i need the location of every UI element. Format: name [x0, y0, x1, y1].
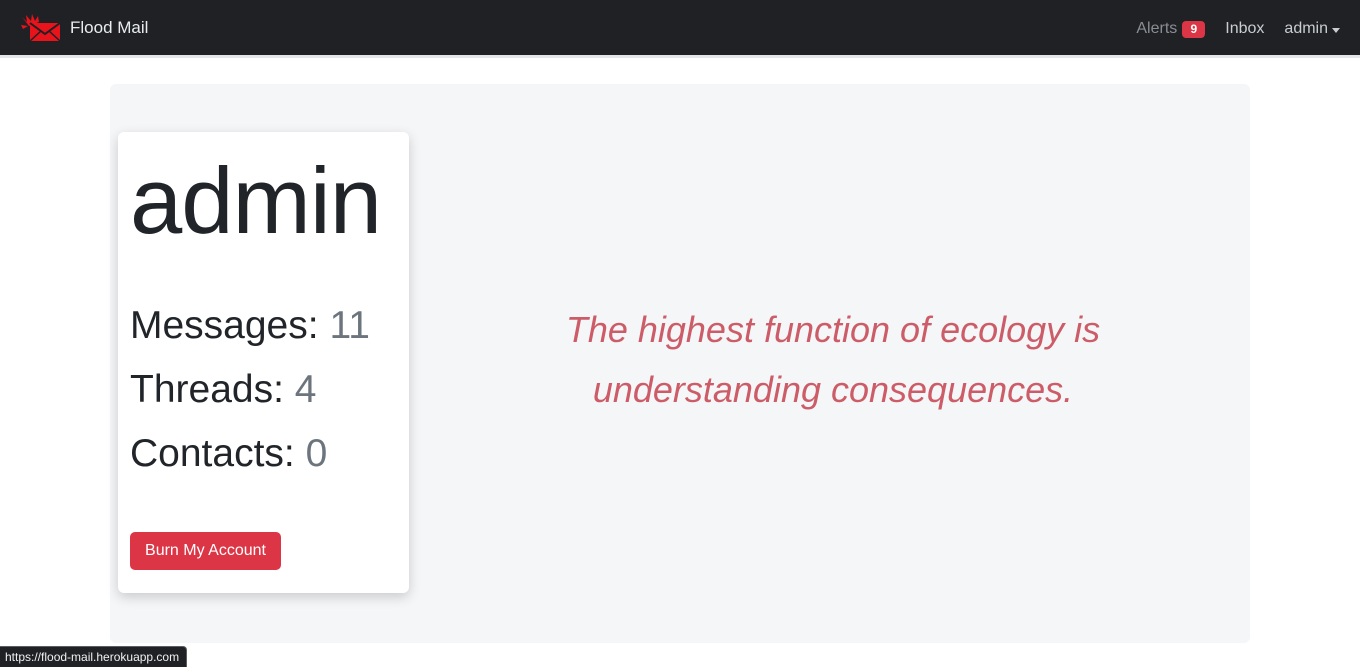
- ecology-quote: The highest function of ecology is under…: [490, 300, 1176, 420]
- inbox-link[interactable]: Inbox: [1225, 20, 1264, 38]
- stat-messages-label: Messages:: [130, 304, 319, 347]
- brand-name: Flood Mail: [70, 18, 149, 37]
- burn-account-button[interactable]: Burn My Account: [130, 532, 281, 570]
- stat-threads-value: 4: [294, 368, 317, 411]
- caret-down-icon: [1332, 27, 1340, 33]
- top-navbar: Flood Mail Alerts 9 Inbox admin: [0, 0, 1360, 58]
- alerts-label: Alerts: [1136, 20, 1178, 37]
- stat-contacts-value: 0: [305, 432, 328, 475]
- user-menu-label: admin: [1284, 20, 1328, 37]
- user-menu-dropdown[interactable]: admin: [1284, 20, 1340, 38]
- stat-threads-label: Threads:: [130, 368, 284, 411]
- stat-threads: Threads: 4: [130, 367, 316, 413]
- quote-line-1: The highest function of ecology is: [565, 309, 1101, 350]
- brand-link[interactable]: Flood Mail: [20, 10, 148, 46]
- alerts-count-badge: 9: [1182, 20, 1206, 38]
- navbar-right: Alerts 9 Inbox admin: [1136, 17, 1340, 41]
- stat-contacts-label: Contacts:: [130, 432, 295, 475]
- quote-line-2: understanding consequences.: [592, 369, 1074, 410]
- stat-messages: Messages: 11: [130, 303, 370, 349]
- stat-contacts: Contacts: 0: [130, 431, 327, 477]
- profile-card: admin Messages: 11 Threads: 4 Contacts: …: [118, 132, 409, 593]
- flaming-envelope-icon: [21, 14, 61, 42]
- stat-messages-value: 11: [329, 304, 370, 347]
- main-panel: admin Messages: 11 Threads: 4 Contacts: …: [110, 84, 1250, 643]
- status-bar-url: https://flood-mail.herokuapp.com: [0, 646, 188, 667]
- profile-username: admin: [130, 148, 382, 253]
- alerts-link[interactable]: Alerts 9: [1136, 20, 1206, 38]
